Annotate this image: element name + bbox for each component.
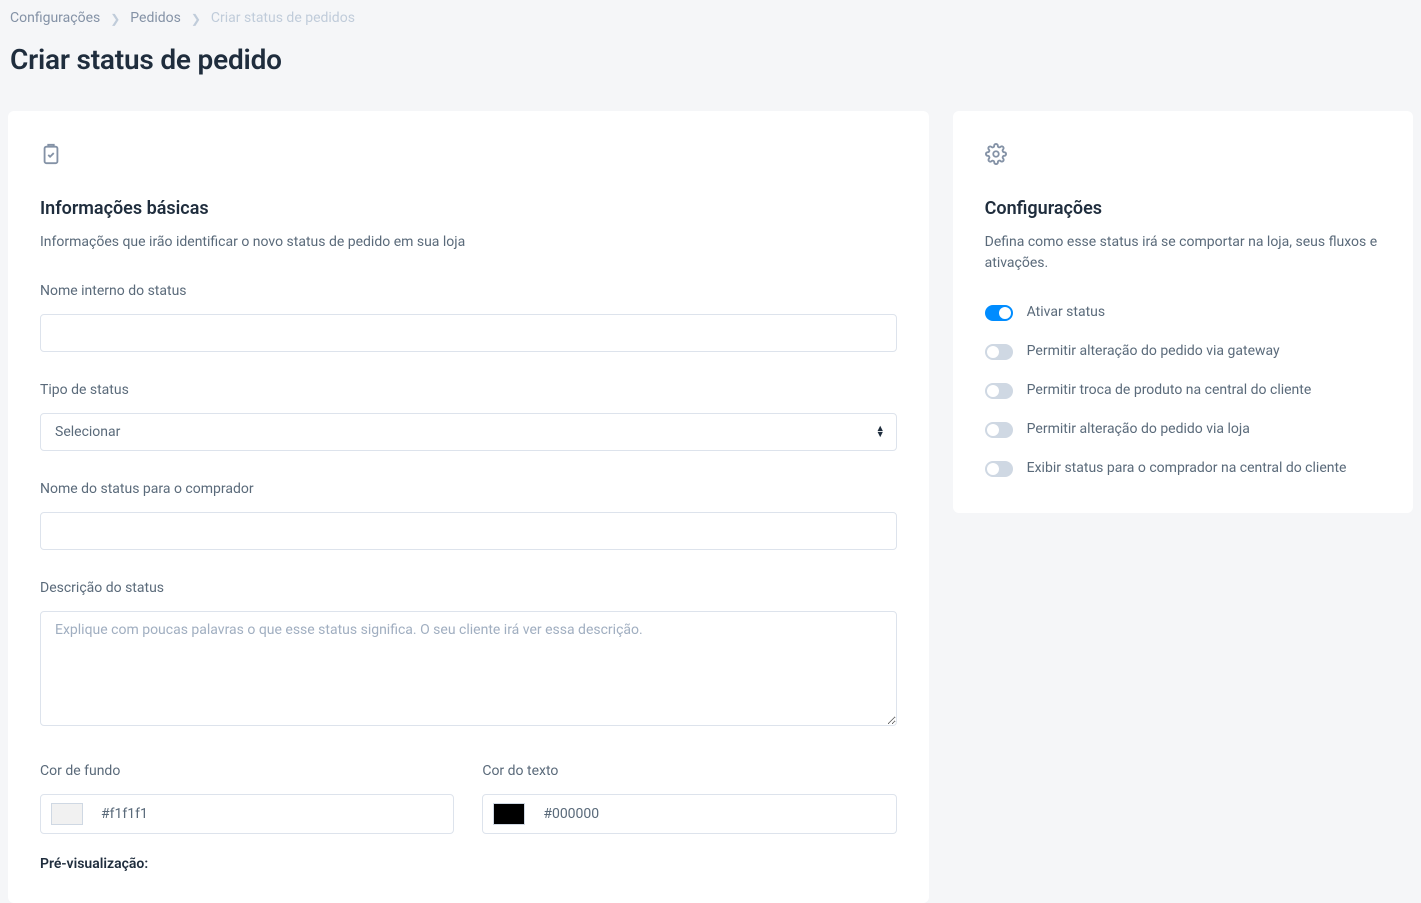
label-description: Descrição do status [40,578,897,599]
clipboard-icon [40,143,897,165]
bg-color-value: #f1f1f1 [101,804,148,825]
breadcrumb-item-orders[interactable]: Pedidos [130,8,181,29]
breadcrumb-item-current: Criar status de pedidos [211,8,355,29]
chevron-right-icon: ❯ [110,10,120,28]
preview-label: Pré-visualização: [40,854,897,875]
toggle-alter-store[interactable] [985,422,1013,438]
page: Configurações ❯ Pedidos ❯ Criar status d… [0,0,1421,903]
breadcrumb: Configurações ❯ Pedidos ❯ Criar status d… [6,0,1415,35]
page-title: Criar status de pedido [6,35,1415,111]
text-color-input[interactable]: #000000 [482,794,896,834]
bg-color-swatch [51,803,83,825]
layout: Informações básicas Informações que irão… [6,111,1415,903]
label-text-color: Cor do texto [482,761,896,782]
toggle-label-alter-store: Permitir alteração do pedido via loja [1027,419,1250,440]
internal-name-input[interactable] [40,314,897,352]
buyer-name-input[interactable] [40,512,897,550]
label-internal-name: Nome interno do status [40,281,897,302]
toggle-row-activate: Ativar status [985,302,1381,323]
settings-description: Defina como esse status irá se comportar… [985,232,1381,274]
settings-title: Configurações [985,195,1381,222]
toggle-row-alter-gateway: Permitir alteração do pedido via gateway [985,341,1381,362]
toggle-label-exchange-product: Permitir troca de produto na central do … [1027,380,1312,401]
description-textarea[interactable] [40,611,897,726]
label-buyer-name: Nome do status para o comprador [40,479,897,500]
chevron-right-icon: ❯ [191,10,201,28]
basic-info-description: Informações que irão identificar o novo … [40,232,897,253]
bg-color-input[interactable]: #f1f1f1 [40,794,454,834]
breadcrumb-item-config[interactable]: Configurações [10,8,100,29]
label-bg-color: Cor de fundo [40,761,454,782]
gear-icon [985,143,1381,165]
toggle-row-exchange-product: Permitir troca de produto na central do … [985,380,1381,401]
toggle-label-show-buyer: Exibir status para o comprador na centra… [1027,458,1347,479]
basic-info-title: Informações básicas [40,195,897,222]
toggle-alter-gateway[interactable] [985,344,1013,360]
card-basic-info: Informações básicas Informações que irão… [8,111,929,903]
label-status-type: Tipo de status [40,380,897,401]
toggle-label-activate: Ativar status [1027,302,1105,323]
toggle-show-buyer[interactable] [985,461,1013,477]
text-color-value: #000000 [543,804,599,825]
toggle-exchange-product[interactable] [985,383,1013,399]
toggle-row-show-buyer: Exibir status para o comprador na centra… [985,458,1381,479]
toggle-row-alter-store: Permitir alteração do pedido via loja [985,419,1381,440]
toggle-label-alter-gateway: Permitir alteração do pedido via gateway [1027,341,1280,362]
toggle-activate-status[interactable] [985,305,1013,321]
status-type-select[interactable]: Selecionar [40,413,897,451]
text-color-swatch [493,803,525,825]
card-settings: Configurações Defina como esse status ir… [953,111,1413,513]
